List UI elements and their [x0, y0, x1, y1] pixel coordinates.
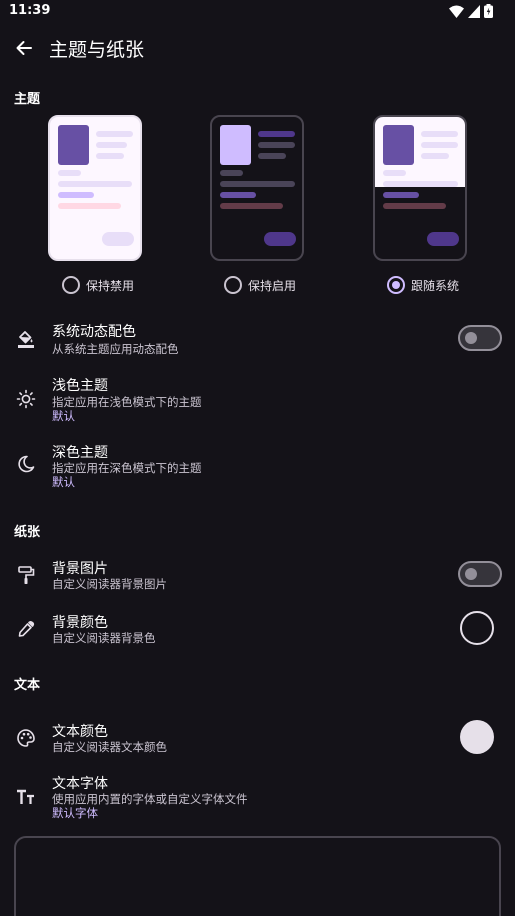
radio-option-disabled[interactable]: 保持禁用: [62, 276, 134, 294]
theme-preview-light[interactable]: [48, 115, 142, 261]
setting-subtitle: 自定义阅读器背景色: [52, 631, 156, 645]
setting-title: 系统动态配色: [52, 324, 136, 340]
theme-preview-dark[interactable]: [210, 115, 304, 261]
radio-option-system[interactable]: 跟随系统: [387, 276, 459, 294]
setting-subtitle: 从系统主题应用动态配色: [52, 342, 179, 356]
arrow-back-icon: [16, 41, 32, 55]
setting-subtitle: 自定义阅读器背景图片: [52, 577, 167, 591]
back-button[interactable]: [10, 34, 38, 62]
font-preview-box: [14, 836, 501, 916]
setting-text-color[interactable]: 文本颜色 自定义阅读器文本颜色: [0, 718, 515, 758]
setting-value: 默认: [52, 475, 75, 489]
text-color-swatch[interactable]: [460, 720, 494, 754]
battery-icon: [484, 4, 493, 18]
radio-option-enabled[interactable]: 保持启用: [224, 276, 296, 294]
format-paint-icon: [15, 328, 37, 350]
setting-light-theme[interactable]: 浅色主题 指定应用在浅色模式下的主题 默认: [0, 372, 515, 423]
setting-title: 背景颜色: [52, 615, 108, 631]
app-bar: 主题与纸张: [0, 24, 515, 72]
signal-icon: [468, 4, 480, 18]
switch-thumb: [465, 568, 477, 580]
radio-label: 保持禁用: [86, 278, 135, 293]
dynamic-color-switch[interactable]: [458, 325, 502, 351]
radio-button[interactable]: [62, 276, 80, 294]
section-header-text: 文本: [14, 678, 41, 693]
setting-subtitle: 自定义阅读器文本颜色: [52, 740, 167, 754]
setting-background-image[interactable]: 背景图片 自定义阅读器背景图片: [0, 555, 515, 595]
setting-background-color[interactable]: 背景颜色 自定义阅读器背景色: [0, 609, 515, 649]
section-header-theme: 主题: [14, 92, 41, 107]
setting-title: 浅色主题: [52, 378, 108, 394]
section-header-paper: 纸张: [14, 525, 41, 540]
status-icons: [449, 4, 493, 18]
radio-button[interactable]: [224, 276, 242, 294]
setting-title: 深色主题: [52, 445, 108, 461]
background-image-switch[interactable]: [458, 561, 502, 587]
switch-thumb: [465, 332, 477, 344]
wifi-icon: [449, 5, 464, 18]
text-fields-icon: [15, 786, 37, 808]
setting-dynamic-color[interactable]: 系统动态配色 从系统主题应用动态配色: [0, 316, 515, 360]
radio-button-checked[interactable]: [387, 276, 405, 294]
setting-title: 文本颜色: [52, 724, 108, 740]
radio-label: 跟随系统: [411, 278, 460, 293]
theme-preview-system[interactable]: [373, 115, 467, 261]
setting-value: 默认: [52, 409, 75, 423]
eyedropper-icon: [15, 618, 37, 640]
sun-icon: [15, 388, 37, 410]
setting-value: 默认字体: [52, 806, 98, 820]
radio-label: 保持启用: [248, 278, 297, 293]
paint-roller-icon: [15, 564, 37, 586]
setting-text-font[interactable]: 文本字体 使用应用内置的字体或自定义字体文件 默认字体: [0, 770, 515, 820]
background-color-swatch[interactable]: [460, 611, 494, 645]
palette-icon: [15, 727, 37, 749]
page-title: 主题与纸张: [49, 39, 145, 61]
moon-icon: [15, 453, 37, 475]
status-bar: 11:39: [0, 0, 515, 24]
setting-title: 文本字体: [52, 776, 108, 792]
setting-dark-theme[interactable]: 深色主题 指定应用在深色模式下的主题 默认: [0, 439, 515, 489]
setting-title: 背景图片: [52, 561, 108, 577]
status-time: 11:39: [9, 3, 51, 18]
